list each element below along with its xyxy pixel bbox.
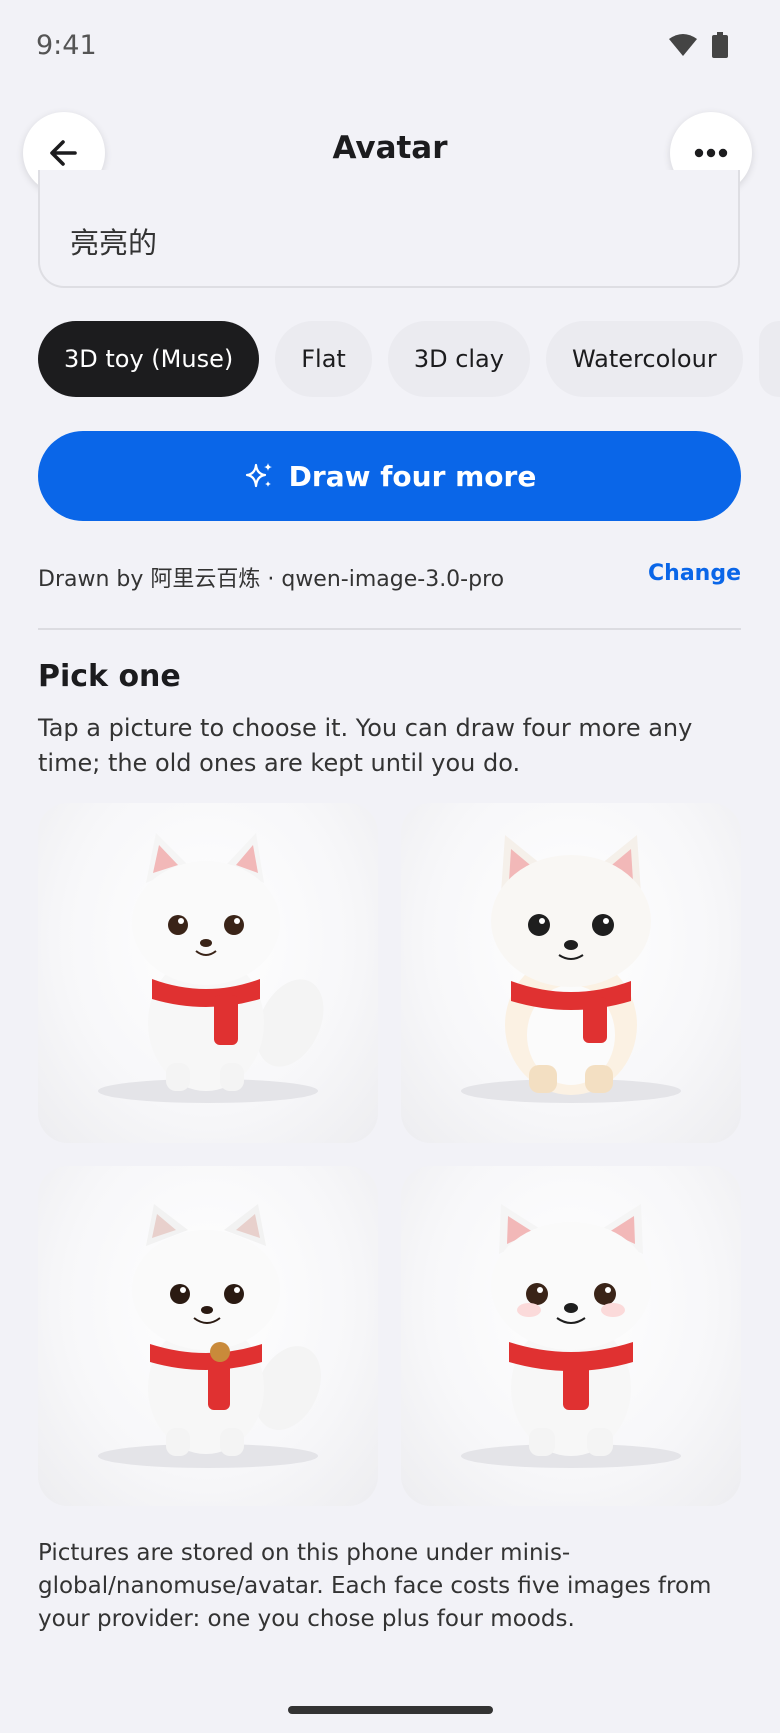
style-chip-3d-clay[interactable]: 3D clay bbox=[387, 321, 530, 397]
draw-button-label: Draw four more bbox=[288, 459, 537, 493]
sparkles-icon bbox=[245, 463, 272, 488]
wifi-icon bbox=[669, 34, 697, 56]
provider-row: Drawn by 阿里云百炼 · qwen-image-3.0-pro Chan… bbox=[38, 555, 741, 595]
battery-icon bbox=[712, 32, 728, 58]
divider bbox=[38, 628, 741, 630]
pick-description: Tap a picture to choose it. You can draw… bbox=[38, 714, 693, 777]
status-time: 9:41 bbox=[36, 30, 97, 61]
style-chip-3d-toy[interactable]: 3D toy (Muse) bbox=[38, 321, 260, 397]
fox-avatar-image bbox=[98, 1204, 321, 1468]
fox-avatar-image bbox=[461, 835, 681, 1103]
prompt-text: 亮亮的 bbox=[70, 226, 158, 260]
fox-avatar-image bbox=[98, 833, 324, 1103]
status-icons bbox=[668, 32, 728, 58]
style-chip-watercolour[interactable]: Watercolour bbox=[545, 321, 743, 397]
style-chips: 3D toy (Muse) Flat 3D clay Watercolour bbox=[38, 321, 780, 397]
avatar-option-2[interactable] bbox=[401, 803, 741, 1143]
provider-text: Drawn by 阿里云百炼 · qwen-image-3.0-pro bbox=[38, 567, 505, 592]
draw-four-more-button[interactable]: Draw four more bbox=[38, 431, 741, 521]
style-chip-flat[interactable]: Flat bbox=[275, 321, 372, 397]
fox-avatar-image bbox=[461, 1204, 681, 1468]
storage-note: Pictures are stored on this phone under … bbox=[38, 1540, 712, 1632]
avatar-option-1[interactable] bbox=[38, 803, 378, 1143]
home-indicator[interactable] bbox=[288, 1706, 493, 1714]
pick-title: Pick one bbox=[38, 659, 181, 694]
avatar-option-3[interactable] bbox=[38, 1166, 378, 1506]
page-title: Avatar bbox=[332, 130, 448, 166]
more-horizontal-icon bbox=[694, 148, 728, 158]
prompt-input[interactable]: 亮亮的 bbox=[38, 170, 740, 288]
status-bar: 9:41 bbox=[0, 0, 780, 92]
style-chip-more[interactable] bbox=[758, 321, 780, 397]
avatar-option-4[interactable] bbox=[401, 1166, 741, 1506]
change-provider-link[interactable]: Change bbox=[648, 561, 741, 586]
